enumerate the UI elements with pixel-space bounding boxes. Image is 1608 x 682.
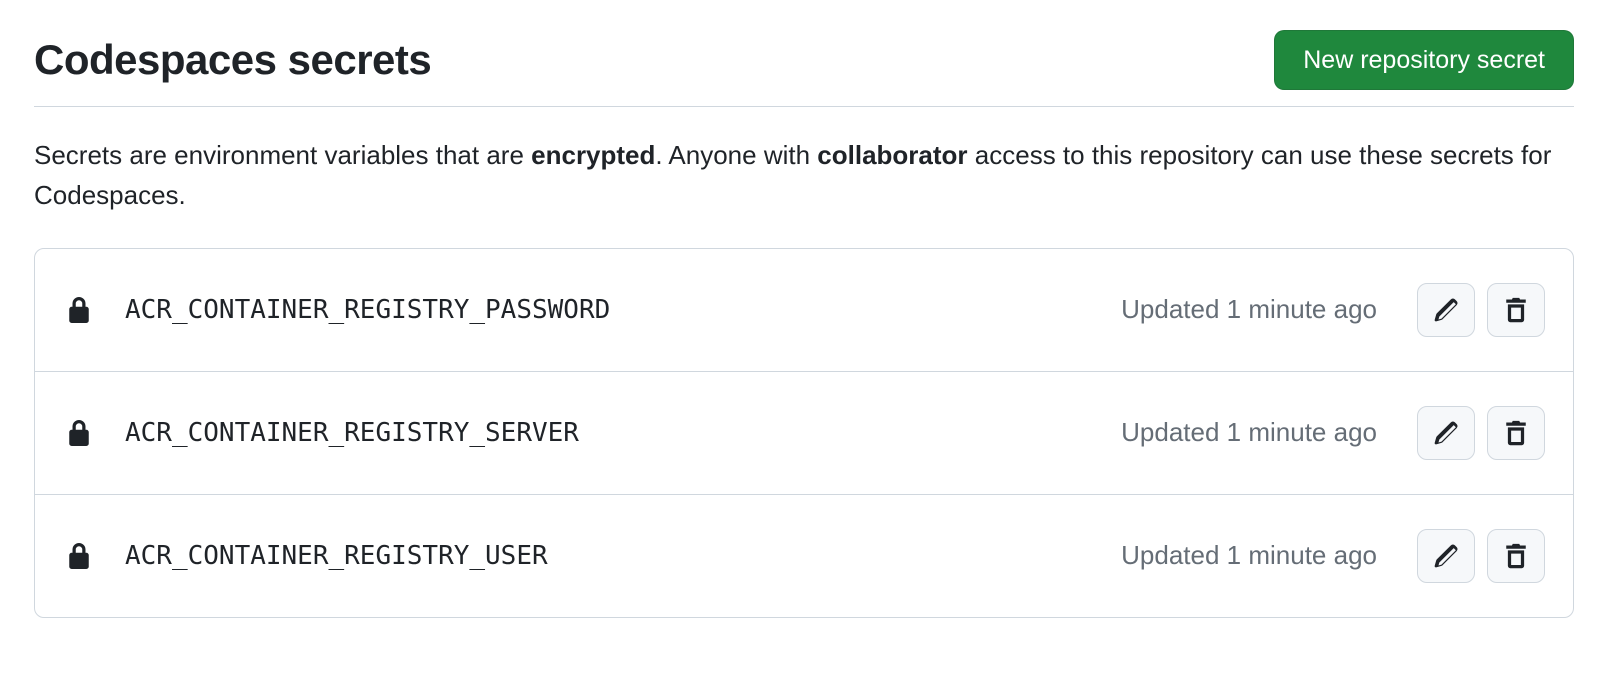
desc-bold-1: encrypted xyxy=(531,140,655,170)
secret-row: ACR_CONTAINER_REGISTRY_PASSWORD Updated … xyxy=(35,249,1573,372)
secret-updated: Updated 1 minute ago xyxy=(1121,294,1377,325)
lock-icon xyxy=(63,294,95,326)
secrets-settings-panel: Codespaces secrets New repository secret… xyxy=(0,0,1608,648)
secrets-list: ACR_CONTAINER_REGISTRY_PASSWORD Updated … xyxy=(34,248,1574,618)
trash-icon xyxy=(1503,542,1529,570)
trash-icon xyxy=(1503,296,1529,324)
edit-secret-button[interactable] xyxy=(1417,529,1475,583)
secrets-description: Secrets are environment variables that a… xyxy=(34,135,1574,216)
delete-secret-button[interactable] xyxy=(1487,406,1545,460)
edit-secret-button[interactable] xyxy=(1417,283,1475,337)
header-row: Codespaces secrets New repository secret xyxy=(34,30,1574,107)
delete-secret-button[interactable] xyxy=(1487,283,1545,337)
page-title: Codespaces secrets xyxy=(34,36,431,84)
edit-secret-button[interactable] xyxy=(1417,406,1475,460)
pencil-icon xyxy=(1433,297,1459,323)
delete-secret-button[interactable] xyxy=(1487,529,1545,583)
trash-icon xyxy=(1503,419,1529,447)
new-repository-secret-button[interactable]: New repository secret xyxy=(1274,30,1574,90)
secret-updated: Updated 1 minute ago xyxy=(1121,540,1377,571)
secret-name: ACR_CONTAINER_REGISTRY_USER xyxy=(125,541,1121,571)
desc-text-2: . Anyone with xyxy=(655,140,817,170)
secret-row: ACR_CONTAINER_REGISTRY_SERVER Updated 1 … xyxy=(35,372,1573,495)
secret-row: ACR_CONTAINER_REGISTRY_USER Updated 1 mi… xyxy=(35,495,1573,617)
secret-name: ACR_CONTAINER_REGISTRY_PASSWORD xyxy=(125,295,1121,325)
desc-text-1: Secrets are environment variables that a… xyxy=(34,140,531,170)
lock-icon xyxy=(63,540,95,572)
lock-icon xyxy=(63,417,95,449)
desc-bold-2: collaborator xyxy=(817,140,967,170)
secret-updated: Updated 1 minute ago xyxy=(1121,417,1377,448)
secret-name: ACR_CONTAINER_REGISTRY_SERVER xyxy=(125,418,1121,448)
pencil-icon xyxy=(1433,420,1459,446)
pencil-icon xyxy=(1433,543,1459,569)
